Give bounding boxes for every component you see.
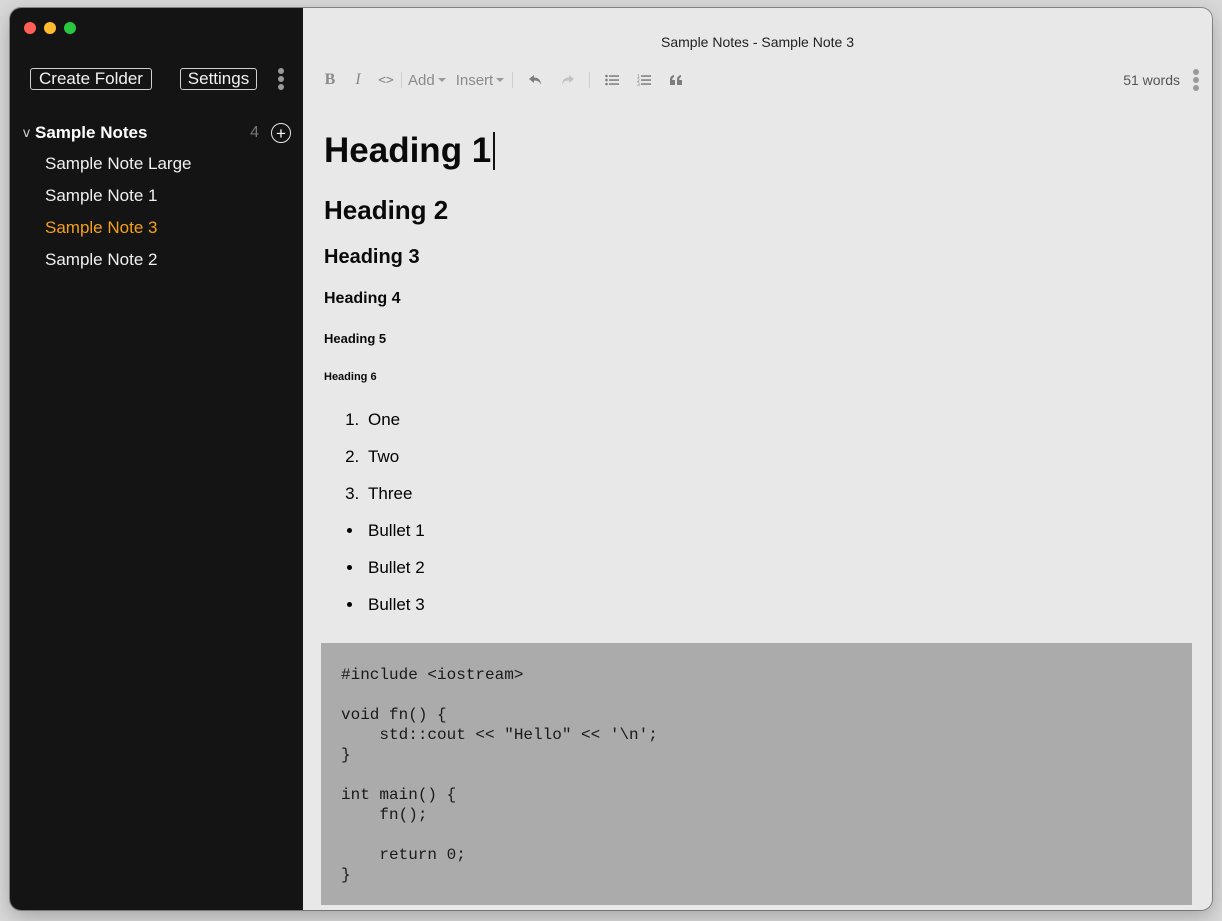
bullet-list: Bullet 1 Bullet 2 Bullet 3 bbox=[324, 520, 1192, 616]
sidebar-note-item[interactable]: Sample Note 1 bbox=[45, 183, 191, 215]
insert-dropdown[interactable]: Insert bbox=[456, 72, 505, 89]
folder-note-count: 4 bbox=[250, 124, 259, 141]
minimize-window-button[interactable] bbox=[44, 22, 56, 34]
bullet-list-item[interactable]: Bullet 3 bbox=[364, 594, 1192, 616]
word-count: 51 words bbox=[1123, 72, 1180, 88]
add-dropdown[interactable]: Add bbox=[408, 72, 446, 89]
heading-4[interactable]: Heading 4 bbox=[324, 288, 1192, 310]
toolbar-divider bbox=[589, 72, 591, 88]
bullet-list-item[interactable]: Bullet 1 bbox=[364, 520, 1192, 542]
blockquote-icon[interactable] bbox=[667, 68, 685, 92]
create-folder-button[interactable]: Create Folder bbox=[30, 68, 152, 90]
bullet-list-item[interactable]: Bullet 2 bbox=[364, 557, 1192, 579]
heading-2[interactable]: Heading 2 bbox=[324, 194, 1192, 226]
bold-button[interactable]: B bbox=[323, 68, 337, 92]
redo-icon[interactable] bbox=[558, 68, 576, 92]
add-note-icon[interactable]: + bbox=[271, 123, 291, 143]
close-window-button[interactable] bbox=[24, 22, 36, 34]
folder-row[interactable]: v Sample Notes 4 + bbox=[18, 122, 291, 144]
sidebar-note-item[interactable]: Sample Note 3 bbox=[45, 215, 191, 247]
heading-1[interactable]: Heading 1 bbox=[324, 126, 1192, 176]
insert-dropdown-label: Insert bbox=[455, 71, 494, 89]
italic-button[interactable]: I bbox=[351, 68, 365, 92]
zoom-window-button[interactable] bbox=[64, 22, 76, 34]
ordered-list-item[interactable]: Three bbox=[364, 483, 1192, 505]
editor-more-icon[interactable] bbox=[1192, 69, 1200, 91]
sidebar-note-item[interactable]: Sample Note 2 bbox=[45, 247, 191, 279]
sidebar: Create Folder Settings v Sample Notes 4 … bbox=[10, 8, 303, 910]
window-controls bbox=[24, 22, 76, 34]
code-button[interactable]: <> bbox=[377, 68, 395, 92]
heading-3[interactable]: Heading 3 bbox=[324, 244, 1192, 270]
toolbar-divider bbox=[512, 72, 514, 88]
app-window: Create Folder Settings v Sample Notes 4 … bbox=[10, 8, 1212, 910]
toolbar-divider bbox=[401, 72, 402, 88]
caret-down-icon bbox=[496, 78, 505, 82]
text-cursor bbox=[493, 131, 495, 170]
code-block[interactable]: #include <iostream> void fn() { std::cou… bbox=[321, 643, 1192, 905]
heading-1-text: Heading 1 bbox=[324, 131, 492, 170]
settings-button[interactable]: Settings bbox=[180, 68, 257, 90]
folder-name: Sample Notes bbox=[35, 123, 148, 142]
ordered-list: One Two Three bbox=[324, 409, 1192, 505]
add-dropdown-label: Add bbox=[408, 71, 435, 89]
sidebar-more-icon[interactable] bbox=[277, 68, 285, 90]
svg-text:3: 3 bbox=[637, 82, 640, 86]
ordered-list-item[interactable]: One bbox=[364, 409, 1192, 431]
bullet-list-icon[interactable] bbox=[603, 68, 621, 92]
editor-toolbar: B I <> Add Insert 123 51 words bbox=[323, 68, 1200, 92]
sidebar-note-item[interactable]: Sample Note Large bbox=[45, 151, 191, 183]
chevron-down-icon[interactable]: v bbox=[18, 126, 35, 141]
heading-5[interactable]: Heading 5 bbox=[324, 330, 1192, 348]
numbered-list-icon[interactable]: 123 bbox=[635, 68, 653, 92]
caret-down-icon bbox=[437, 78, 446, 82]
sidebar-toolbar: Create Folder Settings bbox=[30, 67, 291, 91]
notes-list: Sample Note Large Sample Note 1 Sample Not… bbox=[45, 151, 191, 279]
heading-6[interactable]: Heading 6 bbox=[324, 370, 1192, 384]
editor-content[interactable]: Heading 1 Heading 2 Heading 3 Heading 4 … bbox=[324, 126, 1192, 631]
editor-pane: Sample Notes - Sample Note 3 B I <> Add … bbox=[303, 8, 1212, 910]
undo-icon[interactable] bbox=[526, 68, 544, 92]
ordered-list-item[interactable]: Two bbox=[364, 446, 1192, 468]
window-title: Sample Notes - Sample Note 3 bbox=[661, 34, 854, 50]
